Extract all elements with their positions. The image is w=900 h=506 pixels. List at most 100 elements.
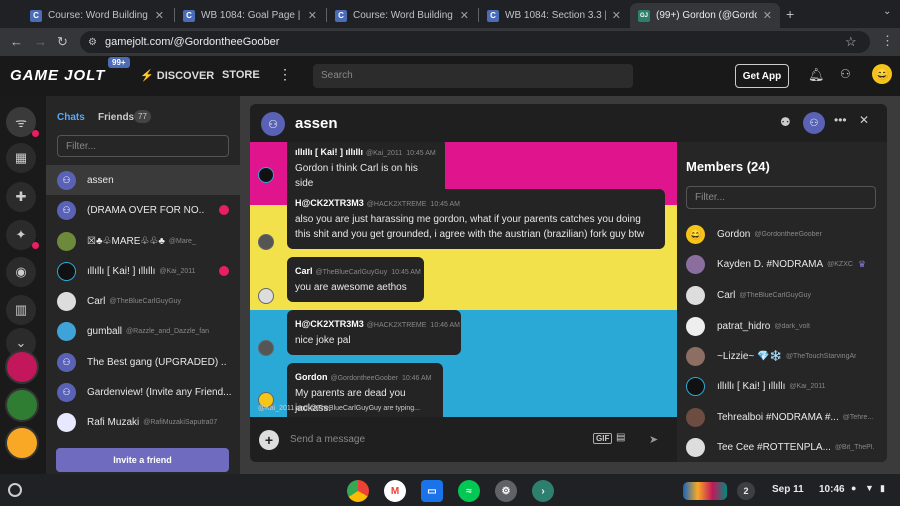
address-bar[interactable]: ⚙ gamejolt.com/@GordontheeGoober [80, 31, 870, 53]
add-attachment-button[interactable]: + [259, 430, 279, 450]
chat-list-item[interactable]: ☒♣♧MARE♧♧♣ @Mare_ [46, 226, 240, 256]
site-info-icon[interactable]: ⚙ [88, 37, 97, 48]
kebab-menu-icon[interactable]: ⋮ [881, 33, 894, 49]
store-icon[interactable]: ▦ [6, 143, 36, 173]
tab-friends[interactable]: Friends [98, 112, 134, 123]
store-link[interactable]: STORE [222, 69, 260, 81]
chat-list-item[interactable]: ⚇ The Best gang (UPGRADED) ... [46, 347, 240, 377]
screenshot-thumbnail[interactable] [683, 482, 727, 500]
date-label[interactable]: Sep 11 [772, 484, 804, 495]
friend-requests-icon[interactable]: ⚇ [840, 67, 851, 81]
members-toggle-button[interactable]: ⚇ [803, 112, 825, 134]
member-name: patrat_hidro [717, 320, 771, 332]
chat-list-item[interactable]: ⚇ (DRAMA OVER FOR NO... [46, 195, 240, 225]
member-item[interactable]: ~Lizzie~ 💎❄️ @TheTouchStarvingAr... [686, 344, 881, 368]
user-avatar [686, 285, 705, 305]
chat-list-item[interactable]: gumball @Razzle_and_Dazzle_fan [46, 316, 240, 346]
browser-tab[interactable]: C WB 1084: Goal Page | acecon ✕ [175, 3, 325, 28]
close-tab-icon[interactable]: ✕ [155, 9, 164, 22]
close-icon[interactable]: ✕ [859, 113, 869, 127]
community-icon[interactable]: ▥ [6, 295, 36, 325]
member-item[interactable]: Kayden D. #NODRAMA @KZXC ♛ [686, 252, 881, 276]
send-icon[interactable]: ➤ [649, 433, 658, 446]
gif-icon[interactable]: GIF [593, 433, 613, 444]
more-horizontal-icon[interactable]: ••• [834, 113, 847, 127]
community-icon[interactable]: ◉ [6, 257, 36, 287]
get-app-button[interactable]: Get App [735, 64, 789, 88]
gamepad-icon[interactable]: ✚ [6, 182, 36, 212]
message-bubble: Carl @TheBlueCarlGuyGuy 10:45 AM you are a… [287, 257, 424, 302]
member-item[interactable]: Carl @TheBlueCarlGuyGuy [686, 283, 881, 307]
message-author: ıllıllı [ Kai! ] ıllıllı [295, 147, 364, 157]
back-arrow-icon[interactable]: ← [10, 34, 23, 49]
member-item[interactable]: 😄 Gordon @GordontheeGoober [686, 222, 881, 246]
discover-link[interactable]: ⚡ DISCOVER [140, 69, 214, 82]
time-label[interactable]: 10:46 [819, 484, 845, 495]
chat-list-item[interactable]: ıllıllı [ Kai! ] ıllıllı @Kai_2011 [46, 256, 240, 286]
member-handle: @Tehre... [842, 413, 874, 421]
member-item[interactable]: patrat_hidro @dark_volt [686, 314, 881, 338]
browser-tab-strip: C Course: Word Building 1084 ✕ C WB 1084… [0, 0, 900, 28]
user-avatar[interactable]: 😄 [872, 64, 892, 84]
chat-list-item[interactable]: Rafi Muzaki @RafiMuzakiSaputra07 [46, 407, 240, 437]
member-handle: @Bit_ThePl... [834, 443, 875, 451]
message-author: H@CK2XTR3M3 [295, 198, 364, 208]
message-time: 10:46 AM [430, 322, 460, 329]
new-tab-icon[interactable]: + [786, 6, 794, 22]
tab-chats[interactable]: Chats [57, 112, 85, 123]
mic-icon[interactable]: ● [851, 483, 856, 493]
browser-tab[interactable]: C Course: Word Building 1084 ✕ [327, 3, 477, 28]
community-avatar[interactable] [5, 426, 39, 460]
chevron-down-icon[interactable]: ⌄ [883, 6, 891, 17]
close-tab-icon[interactable]: ✕ [460, 9, 469, 22]
reload-icon[interactable]: ↻ [57, 34, 68, 50]
member-name: Kayden D. #NODRAMA [717, 258, 824, 270]
filter-chats-input[interactable]: Filter... [57, 135, 229, 157]
message-time: 10:45 AM [391, 269, 421, 276]
messenger-icon[interactable]: ≈ [458, 480, 480, 502]
bookmark-star-icon[interactable]: ☆ [845, 34, 857, 50]
wifi-icon[interactable]: ▼ [865, 483, 874, 493]
invite-friend-button[interactable]: Invite a friend [56, 448, 229, 472]
community-avatar[interactable] [5, 350, 39, 384]
chat-list-item[interactable]: ⚇ Gardenview! (Invite any Friend... [46, 377, 240, 407]
chat-name: gumball [87, 325, 123, 337]
files-icon[interactable]: ▭ [421, 480, 443, 502]
gmail-icon[interactable]: M [384, 480, 406, 502]
browser-tab[interactable]: C WB 1084: Section 3.3 | acecon ✕ [479, 3, 629, 28]
gamejolt-app-icon[interactable]: › [532, 480, 554, 502]
launcher-icon[interactable] [8, 483, 22, 497]
battery-icon[interactable]: ▮ [880, 483, 885, 494]
member-item[interactable]: Tehrealboi #NODRAMA #... @Tehre... [686, 405, 881, 429]
chat-list-item[interactable]: ⚇ assen [46, 165, 240, 195]
browser-tab-active[interactable]: GJ (99+) Gordon (@Gordontheee ✕ [630, 3, 780, 28]
friends-count-badge: 77 [134, 110, 151, 123]
community-avatar[interactable] [5, 388, 39, 422]
settings-icon[interactable]: ⚙ [495, 480, 517, 502]
member-item[interactable]: ıllıllı [ Kai! ] ıllıllı @Kai_2011 [686, 374, 881, 398]
add-member-icon[interactable]: ⚉ [780, 115, 791, 129]
close-tab-icon[interactable]: ✕ [308, 9, 317, 22]
more-vertical-icon[interactable]: ⋮ [278, 66, 292, 83]
gamejolt-logo[interactable]: GAME JOLT [10, 67, 105, 84]
close-tab-icon[interactable]: ✕ [763, 9, 772, 22]
chat-handle: @Razzle_and_Dazzle_fan [126, 327, 210, 335]
message-input[interactable]: Send a message [290, 434, 365, 445]
search-input[interactable]: Search [313, 64, 633, 88]
forward-arrow-icon[interactable]: → [34, 34, 47, 49]
chat-list-item[interactable]: Carl @TheBlueCarlGuyGuy [46, 286, 240, 316]
notification-badge: 99+ [108, 57, 130, 68]
chrome-icon[interactable] [347, 480, 369, 502]
member-item[interactable]: Tee Cee #ROTTENPLA... @Bit_ThePl... [686, 435, 881, 459]
tab-title: Course: Word Building 1084 [48, 10, 149, 21]
filter-members-input[interactable]: Filter... [686, 186, 876, 209]
browser-tab[interactable]: C Course: Word Building 1084 ✕ [22, 3, 172, 28]
sticker-icon[interactable]: ▤ [616, 432, 625, 443]
notification-count[interactable]: 2 [737, 482, 755, 500]
chat-name: Gardenview! (Invite any Friend... [87, 386, 232, 398]
user-avatar [57, 231, 76, 251]
chat-name: The Best gang (UPGRADED) ... [87, 356, 227, 368]
close-tab-icon[interactable]: ✕ [612, 9, 621, 22]
message-area[interactable]: ıllıllı [ Kai! ] ıllıllı @Kai_2011 10:45 A… [250, 142, 677, 417]
bell-icon[interactable]: 🔔︎ [808, 67, 825, 83]
